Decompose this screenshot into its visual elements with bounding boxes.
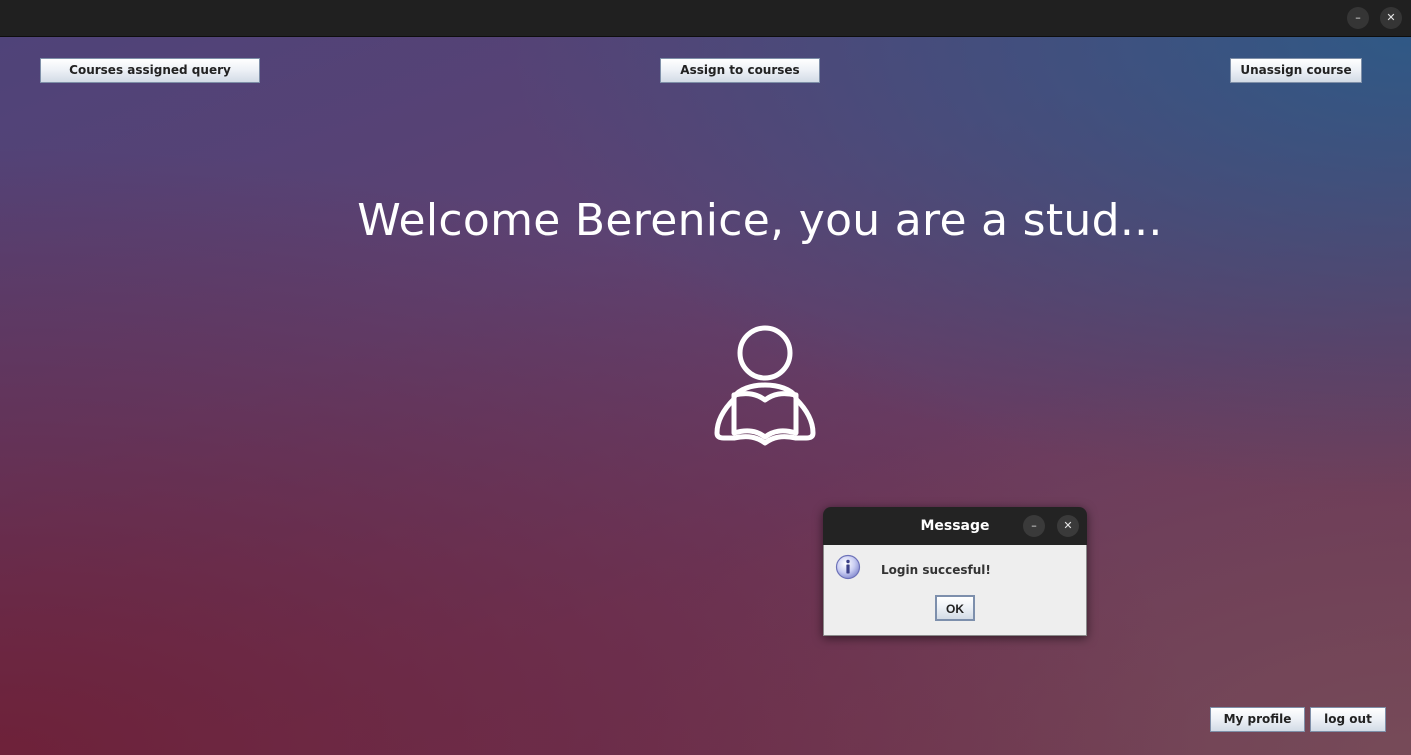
close-icon: ✕ bbox=[1063, 519, 1073, 532]
dialog-titlebar[interactable]: Message – ✕ bbox=[823, 507, 1087, 545]
dialog-message: Login succesful! bbox=[881, 563, 991, 577]
app-window: – ✕ Courses assigned query Assign to cou… bbox=[0, 0, 1411, 755]
assign-to-courses-button[interactable]: Assign to courses bbox=[660, 58, 820, 83]
student-reading-icon bbox=[714, 325, 816, 446]
minimize-icon: – bbox=[1355, 11, 1361, 24]
log-out-button[interactable]: log out bbox=[1310, 707, 1386, 732]
courses-assigned-query-button[interactable]: Courses assigned query bbox=[40, 58, 260, 83]
close-button[interactable]: ✕ bbox=[1380, 7, 1402, 29]
message-dialog: Message – ✕ Login succesful! OK bbox=[823, 507, 1087, 636]
close-icon: ✕ bbox=[1386, 11, 1396, 24]
my-profile-button[interactable]: My profile bbox=[1210, 707, 1305, 732]
dialog-body: Login succesful! OK bbox=[823, 545, 1087, 636]
unassign-course-button[interactable]: Unassign course bbox=[1230, 58, 1362, 83]
dialog-minimize-button[interactable]: – bbox=[1023, 515, 1045, 537]
dialog-close-button[interactable]: ✕ bbox=[1057, 515, 1079, 537]
window-titlebar[interactable]: – ✕ bbox=[0, 0, 1411, 37]
info-icon bbox=[835, 554, 861, 580]
welcome-message: Welcome Berenice, you are a stud... bbox=[357, 195, 1163, 246]
dialog-title: Message bbox=[920, 518, 990, 534]
ok-button[interactable]: OK bbox=[935, 595, 975, 621]
minimize-button[interactable]: – bbox=[1347, 7, 1369, 29]
main-panel: Courses assigned query Assign to courses… bbox=[0, 37, 1411, 755]
minimize-icon: – bbox=[1031, 519, 1037, 532]
